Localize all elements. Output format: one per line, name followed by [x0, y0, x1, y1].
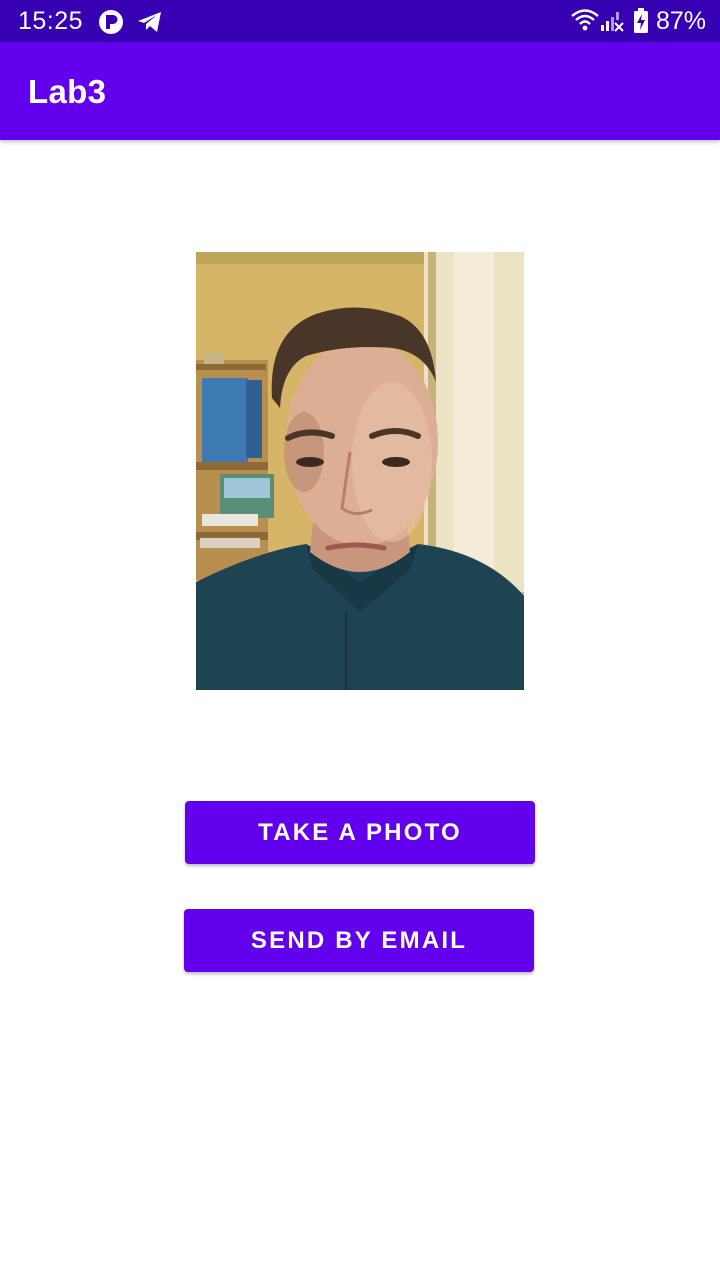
telegram-icon [138, 12, 161, 32]
app-screen: 15:25 87% Lab3 TAKE A PHOTO SEND BY EMAI… [0, 0, 720, 1280]
app-title: Lab3 [28, 73, 107, 110]
status-bar: 15:25 87% [0, 0, 720, 42]
status-time: 15:25 [18, 7, 84, 35]
wifi-icon [571, 9, 599, 31]
battery-charging-icon [634, 8, 648, 33]
take-photo-button[interactable]: TAKE A PHOTO [185, 801, 535, 864]
app-bar: Lab3 [0, 42, 720, 140]
send-email-button[interactable]: SEND BY EMAIL [184, 909, 534, 972]
app-notification-icon [99, 10, 123, 34]
battery-percentage: 87% [656, 7, 707, 35]
signal-no-service-icon [601, 12, 624, 32]
selfie-image [196, 252, 524, 690]
captured-photo [196, 252, 524, 690]
